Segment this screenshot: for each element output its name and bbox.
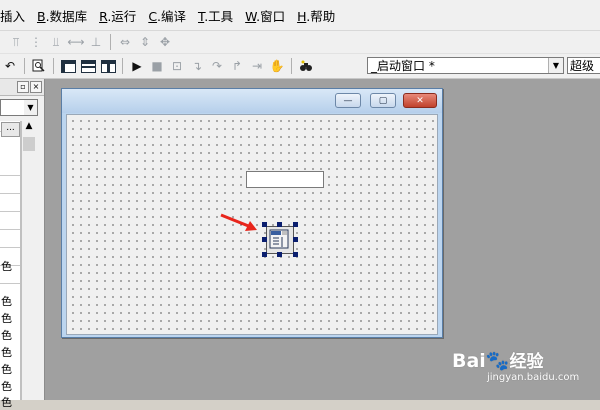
resize-handle[interactable] <box>293 252 298 257</box>
toolbar-separator <box>291 58 292 74</box>
property-value[interactable]: 色 <box>0 394 21 410</box>
toolbar-separator <box>53 58 54 74</box>
grid-line <box>0 193 20 194</box>
property-value[interactable]: 色 <box>0 258 21 274</box>
panel-close-icon[interactable]: × <box>30 81 42 93</box>
property-value[interactable]: 色 <box>0 293 21 309</box>
debug-step-icon[interactable]: ⊡ <box>167 57 187 75</box>
layout-sidebar-icon[interactable] <box>58 57 78 75</box>
selected-control[interactable] <box>266 226 294 254</box>
toolbar-separator <box>122 58 123 74</box>
vertical-scrollbar[interactable]: ▲ <box>21 121 36 400</box>
grid-line <box>0 175 20 176</box>
component-select-value: 超级 <box>570 59 595 73</box>
step-into-icon[interactable]: ↴ <box>187 57 207 75</box>
resize-handle[interactable] <box>293 237 298 242</box>
grid-line <box>0 247 20 248</box>
property-value[interactable]: 色 <box>0 378 21 394</box>
ellipsis-button[interactable]: ... <box>1 122 20 137</box>
hand-icon[interactable]: ✋ <box>267 57 287 75</box>
close-button[interactable]: ✕ <box>403 93 437 108</box>
binoculars-icon[interactable] <box>296 57 316 75</box>
scroll-up-icon[interactable]: ▲ <box>22 121 36 135</box>
property-grid: 色 色 色 色 色 色 色 色 <box>0 121 21 409</box>
grid-line <box>0 283 20 284</box>
scroll-thumb[interactable] <box>23 137 35 151</box>
resize-handle[interactable] <box>262 252 267 257</box>
align-middle-icon[interactable]: ⋮ <box>26 33 46 51</box>
paw-icon: 🐾 <box>485 350 510 372</box>
property-value[interactable]: 色 <box>0 310 21 326</box>
run-icon[interactable]: ▶ <box>127 57 147 75</box>
step-out-icon[interactable]: ↱ <box>227 57 247 75</box>
same-height-icon[interactable]: ⇕ <box>135 33 155 51</box>
find-icon[interactable] <box>29 57 49 75</box>
pointer-arrow-icon <box>220 213 257 231</box>
toolbar-separator <box>110 34 111 50</box>
stop-icon[interactable]: ■ <box>147 57 167 75</box>
align-bottom-icon[interactable]: ⫫ <box>46 33 66 51</box>
resize-handle[interactable] <box>277 222 282 227</box>
chevron-down-icon[interactable]: ▼ <box>24 100 37 115</box>
form-design-canvas[interactable] <box>66 114 438 335</box>
same-size-icon[interactable]: ✥ <box>155 33 175 51</box>
layout-grid-icon[interactable] <box>98 57 118 75</box>
resize-handle[interactable] <box>277 252 282 257</box>
menu-help[interactable]: H.帮助 <box>297 6 335 25</box>
properties-panel: ▫ × ▼ 色 色 色 色 色 色 色 色 ... ▲ <box>0 79 45 409</box>
menu-run[interactable]: R.运行 <box>99 6 136 25</box>
layout-split-icon[interactable] <box>78 57 98 75</box>
grid-line <box>0 211 20 212</box>
window-select-value: _启动窗口 * <box>371 59 435 73</box>
property-value[interactable]: 色 <box>0 327 21 343</box>
undo-icon[interactable]: ↶ <box>0 57 20 75</box>
menu-window[interactable]: W.窗口 <box>245 6 285 25</box>
component-icon <box>269 229 289 249</box>
resize-handle[interactable] <box>262 222 267 227</box>
menu-database[interactable]: B.数据库 <box>37 6 87 25</box>
component-select[interactable]: 超级 <box>567 57 600 74</box>
resize-handle[interactable] <box>293 222 298 227</box>
panel-restore-icon[interactable]: ▫ <box>17 81 29 93</box>
menu-tools[interactable]: T.工具 <box>198 6 233 25</box>
maximize-button[interactable]: ▢ <box>370 93 396 108</box>
menu-insert[interactable]: 插入 <box>0 6 25 25</box>
toolbar-separator <box>24 58 25 74</box>
align-top-icon[interactable]: ⫪ <box>6 33 26 51</box>
property-value[interactable]: 色 <box>0 361 21 377</box>
property-value[interactable]: 色 <box>0 344 21 360</box>
object-select[interactable]: ▼ <box>0 99 38 116</box>
edit-box-control[interactable] <box>246 171 324 188</box>
form-window[interactable]: — ▢ ✕ <box>61 88 443 338</box>
baidu-watermark-logo: Bai🐾经验 <box>452 350 544 372</box>
watermark-url: jingyan.baidu.com <box>487 372 580 383</box>
center-horizontal-icon[interactable]: ⟷ <box>66 33 86 51</box>
step-over-icon[interactable]: ↷ <box>207 57 227 75</box>
menu-bar: 插入 B.数据库 R.运行 C.编译 T.工具 W.窗口 H.帮助 <box>0 0 600 31</box>
window-select[interactable]: _启动窗口 * ▼ <box>367 57 564 74</box>
grid-line <box>0 229 20 230</box>
menu-compile[interactable]: C.编译 <box>148 6 186 25</box>
same-width-icon[interactable]: ⇔ <box>115 33 135 51</box>
center-vertical-icon[interactable]: ⊥ <box>86 33 106 51</box>
form-titlebar[interactable]: — ▢ ✕ <box>62 89 442 113</box>
panel-header: ▫ × <box>0 79 44 96</box>
chevron-down-icon[interactable]: ▼ <box>548 58 563 73</box>
resize-handle[interactable] <box>262 237 267 242</box>
run-to-cursor-icon[interactable]: ⇥ <box>247 57 267 75</box>
minimize-button[interactable]: — <box>335 93 361 108</box>
alignment-toolbar: ⫪ ⋮ ⫫ ⟷ ⊥ ⇔ ⇕ ✥ <box>0 31 600 54</box>
